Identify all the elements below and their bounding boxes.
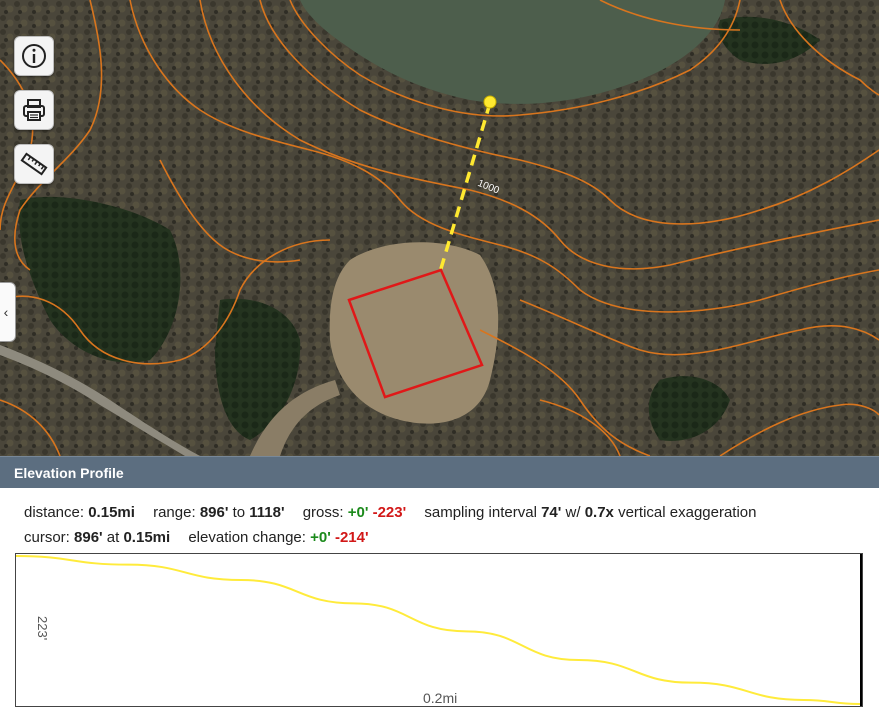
- panel-title: Elevation Profile: [14, 464, 124, 481]
- y-axis-label: 223': [35, 616, 50, 641]
- with-label: w/: [565, 504, 581, 521]
- change-label: elevation change:: [188, 529, 306, 546]
- gross-up: +0': [347, 504, 369, 521]
- exaggeration-label: vertical exaggeration: [618, 504, 757, 521]
- distance-label: distance:: [24, 504, 85, 521]
- cursor-distance: 0.15mi: [123, 529, 171, 546]
- profile-plot: [16, 554, 862, 706]
- sampling-value: 74': [541, 504, 562, 521]
- change-down: -214': [334, 529, 369, 546]
- map-view[interactable]: 1000 ‹: [0, 0, 879, 456]
- elevation-profile-chart[interactable]: 223' 0.2mi: [15, 553, 863, 707]
- exaggeration-value: 0.7x: [584, 504, 614, 521]
- range-min: 896': [199, 504, 229, 521]
- elevation-series-line: [16, 555, 861, 705]
- info-icon: [20, 42, 48, 70]
- profile-start-marker: [483, 95, 497, 109]
- printer-icon: [20, 96, 48, 124]
- gross-down: -223': [372, 504, 407, 521]
- gross-label: gross:: [302, 504, 344, 521]
- x-axis-label: 0.2mi: [423, 690, 458, 706]
- cursor-summary: cursor: 896' at 0.15mi elevation change:…: [24, 529, 369, 546]
- cursor-label: cursor:: [24, 529, 70, 546]
- collapse-panel-tab[interactable]: ‹: [0, 282, 16, 342]
- sampling-label: sampling interval: [424, 504, 537, 521]
- ruler-icon: [20, 150, 48, 178]
- range-max: 1118': [249, 504, 285, 521]
- profile-summary: distance: 0.15mi range: 896' to 1118' gr…: [24, 504, 757, 521]
- range-label: range:: [153, 504, 196, 521]
- chevron-left-icon: ‹: [3, 304, 9, 320]
- distance-value: 0.15mi: [88, 504, 135, 521]
- measure-button[interactable]: [14, 144, 54, 184]
- panel-header: Elevation Profile: [0, 456, 879, 488]
- cursor-elevation: 896': [74, 529, 103, 546]
- print-button[interactable]: [14, 90, 54, 130]
- change-up: +0': [310, 529, 331, 546]
- satellite-imagery: [0, 0, 879, 456]
- at-label: at: [106, 529, 120, 546]
- info-button[interactable]: [14, 36, 54, 76]
- range-to: to: [232, 504, 246, 521]
